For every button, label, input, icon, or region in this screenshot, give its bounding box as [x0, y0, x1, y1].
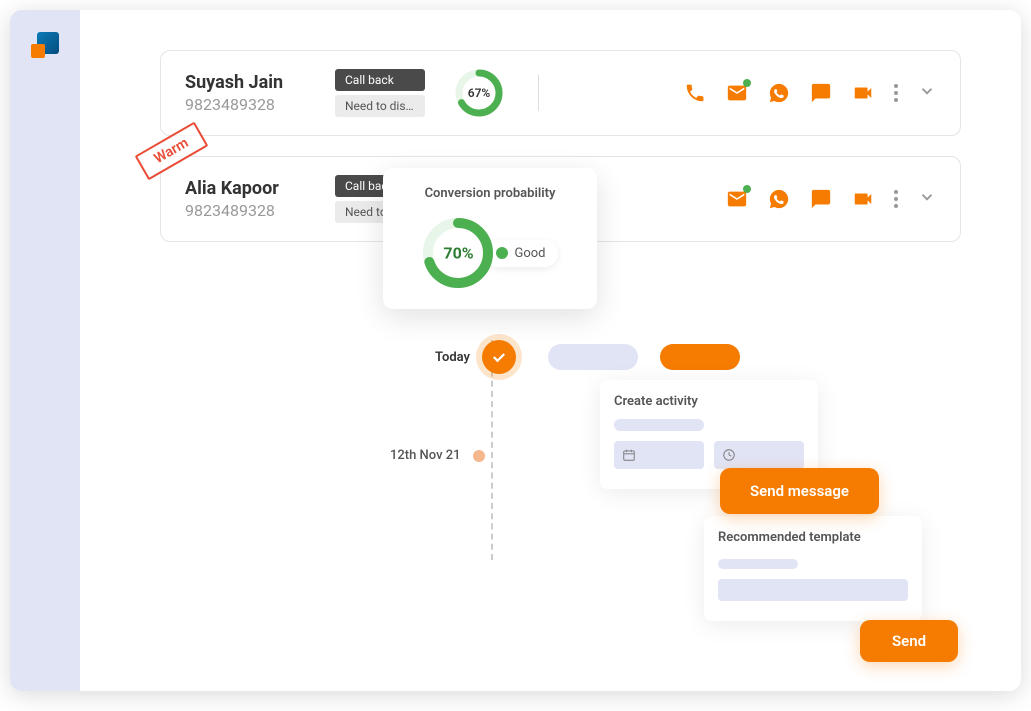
placeholder-bar: [614, 419, 704, 431]
probability-value: 67%: [468, 86, 491, 100]
chat-icon[interactable]: [810, 188, 832, 210]
recommended-title: Recommended template: [718, 530, 908, 545]
notification-dot: [743, 185, 751, 193]
clock-icon: [722, 448, 736, 462]
status-dot-icon: [496, 247, 508, 259]
notification-dot: [743, 79, 751, 87]
lead-actions: [684, 82, 936, 104]
lead-actions: [726, 188, 936, 210]
time-input[interactable]: [714, 441, 804, 469]
chat-icon[interactable]: [810, 82, 832, 104]
video-icon[interactable]: [852, 82, 874, 104]
placeholder-bar: [718, 559, 798, 569]
quality-label: Good: [514, 246, 545, 261]
quality-pill: Good: [484, 240, 557, 267]
timeline-row-today: Today: [410, 340, 770, 374]
more-menu-icon[interactable]: [894, 84, 898, 102]
app-container: Suyash Jain 9823489328 Call back Need to…: [10, 10, 1021, 691]
timeline-checkmark-icon[interactable]: [482, 340, 516, 374]
email-icon[interactable]: [726, 188, 748, 210]
lead-name: Alia Kapoor: [185, 178, 335, 199]
sidebar: [10, 10, 80, 691]
create-activity-title: Create activity: [614, 394, 804, 409]
note-tag: Need to discu...: [335, 95, 425, 117]
email-icon[interactable]: [726, 82, 748, 104]
date-input[interactable]: [614, 441, 704, 469]
placeholder-block: [718, 579, 908, 601]
whatsapp-icon[interactable]: [768, 82, 790, 104]
status-tag: Call back: [335, 69, 425, 91]
timeline: Today 12th Nov 21: [410, 340, 770, 374]
popover-title: Conversion probability: [403, 186, 577, 201]
lead-notes: Call back Need to discu...: [335, 69, 425, 117]
timeline-pill-active[interactable]: [660, 344, 740, 370]
phone-icon[interactable]: [684, 82, 706, 104]
probability-popover: Conversion probability 70% Good: [383, 168, 597, 309]
lead-card[interactable]: Suyash Jain 9823489328 Call back Need to…: [160, 50, 961, 136]
probability-value-large: 70%: [443, 244, 473, 263]
timeline-pill-placeholder[interactable]: [548, 344, 638, 370]
lead-info: Suyash Jain 9823489328: [185, 72, 335, 114]
more-menu-icon[interactable]: [894, 190, 898, 208]
probability-ring-large: 70%: [422, 217, 494, 289]
timeline-label-today: Today: [410, 350, 470, 365]
app-logo: [31, 30, 59, 58]
divider: [538, 75, 539, 111]
lead-name: Suyash Jain: [185, 72, 335, 93]
whatsapp-icon[interactable]: [768, 188, 790, 210]
lead-phone: 9823489328: [185, 201, 335, 220]
expand-chevron-icon[interactable]: [918, 188, 936, 210]
send-message-button[interactable]: Send message: [720, 468, 879, 514]
video-icon[interactable]: [852, 188, 874, 210]
lead-info: Alia Kapoor 9823489328: [185, 178, 335, 220]
probability-ring[interactable]: 67%: [455, 69, 503, 117]
expand-chevron-icon[interactable]: [918, 82, 936, 104]
timeline-dot-icon: [473, 450, 485, 462]
send-button[interactable]: Send: [860, 620, 958, 662]
lead-phone: 9823489328: [185, 95, 335, 114]
calendar-icon: [622, 448, 636, 462]
timeline-row-date: 12th Nov 21: [390, 448, 485, 463]
recommended-template-card: Recommended template: [704, 516, 922, 621]
timeline-label-date: 12th Nov 21: [390, 448, 461, 463]
